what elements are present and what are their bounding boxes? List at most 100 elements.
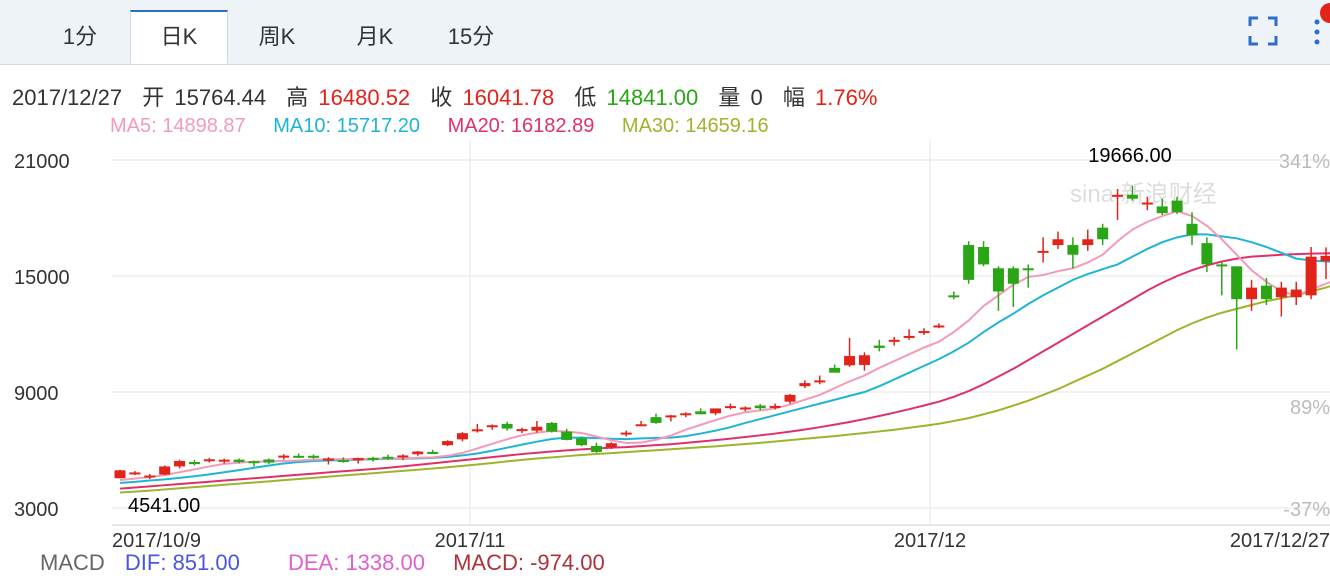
y-tick-label: 9000 — [14, 383, 59, 405]
candle-body — [888, 339, 900, 342]
min-price-label: 4541.00 — [128, 495, 200, 517]
candle-body — [1022, 268, 1034, 271]
x-tick-label: 2017/11 — [435, 530, 506, 552]
dif-value: DIF: 851.00 — [124, 550, 240, 575]
candle-body — [188, 461, 200, 465]
candle-body — [442, 441, 454, 446]
pct-tick-label: -37% — [1283, 499, 1330, 521]
candle-body — [1156, 206, 1168, 214]
candle-body — [1231, 266, 1243, 300]
y-tick-label: 3000 — [14, 499, 59, 521]
candle-body — [1186, 223, 1198, 236]
x-tick-label: 2017/12/27 — [1230, 530, 1330, 552]
fullscreen-icon[interactable] — [1248, 16, 1278, 46]
candle-body — [710, 408, 722, 414]
open-label: 开 — [142, 85, 165, 110]
high-label: 高 — [286, 85, 309, 110]
candle-body — [1126, 194, 1138, 199]
y-tick-label: 21000 — [14, 151, 70, 173]
candle-body — [650, 417, 662, 423]
candle-body — [1305, 256, 1317, 296]
tab-1min[interactable]: 1分 — [30, 10, 130, 64]
candle-body — [456, 433, 468, 440]
candle-body — [531, 426, 543, 431]
open-value: 15764.44 — [174, 85, 267, 110]
candle-body — [784, 394, 796, 402]
candle-body — [576, 438, 588, 446]
candle-body — [1112, 194, 1124, 197]
candle-body — [308, 455, 320, 458]
candle-body — [412, 451, 424, 455]
candle-body — [933, 325, 945, 328]
candle-body — [724, 406, 736, 409]
candle-body — [203, 459, 215, 462]
candle-body — [293, 455, 305, 458]
candle-body — [1216, 264, 1228, 267]
candle-body — [1097, 227, 1109, 240]
candle-body — [1037, 250, 1049, 253]
ma30-legend: MA30: 14659.16 — [621, 115, 769, 137]
macd-value: MACD: -974.00 — [453, 550, 605, 575]
candle-body — [337, 460, 349, 463]
candle-body — [114, 470, 126, 479]
tab-monthly-k[interactable]: 月K — [326, 10, 424, 64]
candle-body — [322, 458, 334, 461]
candle-body — [635, 424, 647, 427]
candle-body — [1141, 202, 1153, 205]
candle-body — [754, 405, 766, 409]
ma-legend: MA5: 14898.87 MA10: 15717.20 MA20: 16182… — [110, 115, 791, 138]
candle-body — [799, 383, 811, 387]
x-tick-label: 2017/10/9 — [112, 530, 201, 552]
candle-body — [1275, 287, 1287, 298]
candle-body — [1201, 243, 1213, 265]
low-value: 14841.00 — [606, 85, 699, 110]
candle-body — [1082, 239, 1094, 246]
macd-label: MACD — [40, 550, 105, 575]
candle-body — [680, 413, 692, 416]
candle-body — [427, 451, 439, 454]
y-tick-label: 15000 — [14, 267, 70, 289]
candle-body — [248, 461, 260, 464]
candle-body — [218, 459, 230, 462]
change-value: 1.76% — [815, 85, 878, 110]
candle-body — [367, 457, 379, 460]
info-date: 2017/12/27 — [12, 85, 123, 110]
candle-body — [844, 356, 856, 366]
candle-body — [665, 415, 677, 418]
candle-body — [963, 245, 975, 280]
tab-daily-k[interactable]: 日K — [130, 10, 228, 64]
candle-body — [486, 425, 498, 428]
close-label: 收 — [430, 85, 453, 110]
candle-body — [1290, 289, 1302, 298]
close-value: 16041.78 — [462, 85, 555, 110]
candle-body — [1320, 255, 1330, 262]
ma20-line — [119, 252, 1330, 490]
high-value: 16480.52 — [318, 85, 411, 110]
candle-body — [769, 405, 781, 408]
tab-weekly-k[interactable]: 周K — [228, 10, 326, 64]
x-tick-label: 2017/12 — [894, 530, 966, 552]
candle-body — [501, 423, 513, 429]
candle-body — [992, 268, 1004, 292]
ma5-legend: MA5: 14898.87 — [110, 115, 246, 137]
dea-value: DEA: 1338.00 — [287, 550, 425, 575]
candle-body — [546, 422, 558, 432]
candle-body — [516, 429, 528, 432]
volume-value: 0 — [750, 85, 763, 110]
macd-legend: MACD DIF: 851.00 DEA: 1338.00 MACD: -974… — [40, 550, 619, 576]
candle-body — [1007, 268, 1019, 284]
candle-body — [918, 331, 930, 334]
candle-body — [1067, 245, 1079, 255]
candle-body — [1171, 200, 1183, 213]
pct-tick-label: 341% — [1279, 151, 1330, 173]
candle-body — [739, 407, 751, 410]
kline-chart[interactable]: 21000 15000 9000 3000 341% 89% -37% 2017/10/9 20… — [0, 140, 1330, 555]
ma20-legend: MA20: 16182.89 — [447, 115, 595, 137]
candle-body — [873, 345, 885, 348]
candle-body — [1052, 239, 1064, 246]
candle-body — [352, 458, 364, 461]
candle-body — [1246, 287, 1258, 300]
candle-body — [605, 443, 617, 448]
tab-15min[interactable]: 15分 — [424, 10, 518, 64]
more-vertical-icon[interactable] — [1312, 14, 1322, 50]
